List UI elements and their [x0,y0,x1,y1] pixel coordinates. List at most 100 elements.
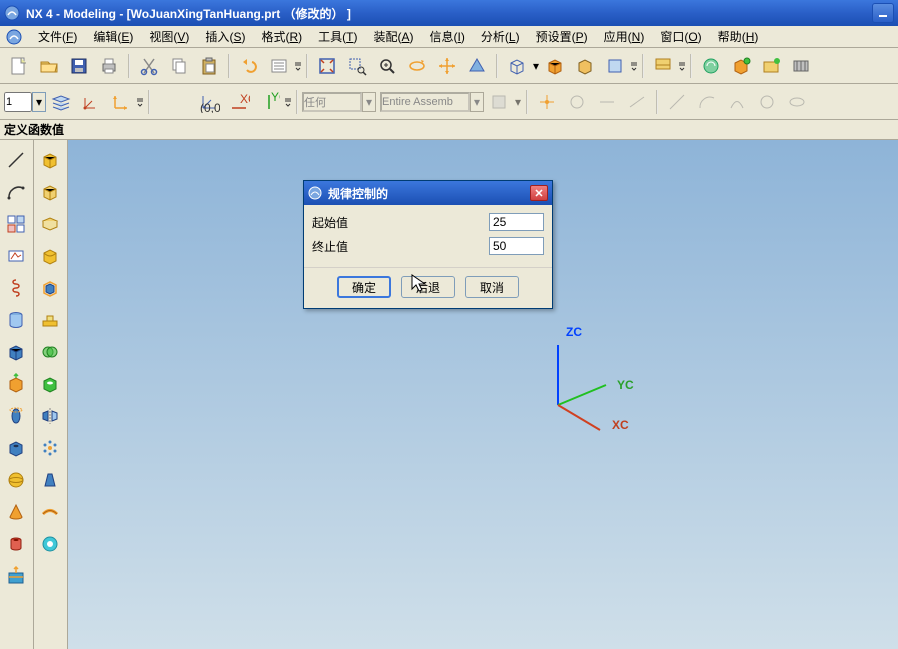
overflow-arrow[interactable] [136,88,144,116]
menu-tools[interactable]: 工具(T) [310,26,365,47]
analysis-button[interactable] [697,52,725,80]
menu-info[interactable]: 信息(I) [422,26,473,47]
extrude-button[interactable] [1,369,31,399]
dialog-title: 规律控制的 [328,185,530,202]
prompt-text: 定义函数值 [4,121,64,138]
hole-button[interactable] [1,433,31,463]
unite-button[interactable] [35,337,65,367]
tool-button-2[interactable] [757,52,785,80]
menu-preferences[interactable]: 预设置(P) [528,26,596,47]
zoom-area-button[interactable] [343,52,371,80]
sphere-button[interactable] [1,465,31,495]
dropdown-arrow-icon[interactable]: ▾ [32,92,46,112]
revolve-button[interactable] [1,401,31,431]
menu-insert[interactable]: 插入(S) [197,26,253,47]
curve-grid-button[interactable] [1,209,31,239]
menu-format[interactable]: 格式(R) [253,26,310,47]
datum-csys-button[interactable] [77,88,105,116]
trueshading-button[interactable] [601,52,629,80]
xc-axis-button[interactable]: XC [225,88,253,116]
new-button[interactable] [5,52,33,80]
feature-cube2-button[interactable] [35,177,65,207]
dropdown-arrow[interactable]: ▾ [532,52,540,80]
arc-tool-button[interactable] [1,177,31,207]
fit-button[interactable] [313,52,341,80]
tool-button[interactable] [727,52,755,80]
wcs-button[interactable] [649,52,677,80]
mirror-button[interactable] [35,401,65,431]
overflow-arrow[interactable] [678,52,686,80]
open-button[interactable] [35,52,63,80]
pad-button[interactable] [35,305,65,335]
menu-application[interactable]: 应用(N) [596,26,653,47]
shell-button[interactable] [35,273,65,303]
rotate-button[interactable] [403,52,431,80]
subtract-button[interactable] [35,369,65,399]
zoom-button[interactable] [373,52,401,80]
tool-button-3[interactable] [787,52,815,80]
overflow-arrow[interactable] [294,52,302,80]
separator [296,90,298,114]
perspective-button[interactable] [463,52,491,80]
menu-help[interactable]: 帮助(H) [710,26,767,47]
pattern-button[interactable] [35,433,65,463]
edge-blend-button[interactable] [35,241,65,271]
yc-axis-button[interactable]: YC [255,88,283,116]
start-value-input[interactable] [489,213,544,231]
helix-button[interactable] [1,273,31,303]
undo-button[interactable] [235,52,263,80]
pan-button[interactable] [433,52,461,80]
overflow-arrow[interactable] [284,88,292,116]
undo-list-button[interactable] [265,52,293,80]
shaded-button[interactable] [541,52,569,80]
curve-circle-button [753,88,781,116]
overflow-arrow[interactable] [630,52,638,80]
sheet-button[interactable] [35,209,65,239]
feature-cube-button[interactable] [35,145,65,175]
filter-combo-1[interactable]: ▾ [302,92,376,112]
dialog-titlebar[interactable]: 规律控制的 ✕ [304,181,552,205]
menu-window[interactable]: 窗口(O) [652,26,709,47]
line-tool-button[interactable] [1,145,31,175]
paste-button[interactable] [195,52,223,80]
ok-button[interactable]: 确定 [337,276,391,298]
dialog-close-button[interactable]: ✕ [530,185,548,201]
datum-axis-button[interactable] [107,88,135,116]
cancel-button[interactable]: 取消 [465,276,519,298]
cone-button[interactable] [1,497,31,527]
tube-button[interactable] [1,529,31,559]
layer-input[interactable] [4,92,32,112]
start-value-row: 起始值 [312,213,544,231]
block-button[interactable] [1,337,31,367]
menu-edit[interactable]: 编辑(E) [85,26,141,47]
wireframe-button[interactable] [503,52,531,80]
sketch-button[interactable] [1,241,31,271]
layer-settings-button[interactable] [47,88,75,116]
filter-combo-2[interactable]: ▾ [380,92,484,112]
window-titlebar: NX 4 - Modeling - [WoJuanXingTanHuang.pr… [0,0,898,26]
save-button[interactable] [65,52,93,80]
window-title: NX 4 - Modeling - [WoJuanXingTanHuang.pr… [26,5,870,22]
menu-view[interactable]: 视图(V) [141,26,197,47]
cylinder-button[interactable] [1,305,31,335]
layer-combo[interactable]: ▾ [4,92,46,112]
sweep-button[interactable] [35,529,65,559]
end-value-input[interactable] [489,237,544,255]
menu-assembly[interactable]: 装配(A) [366,26,422,47]
trim-button[interactable] [1,561,31,591]
menu-analysis[interactable]: 分析(L) [473,26,528,47]
cut-button[interactable] [135,52,163,80]
dropdown-arrow: ▾ [514,88,522,116]
snap-point-button[interactable] [533,88,561,116]
graphics-viewport[interactable]: ZC YC XC 规律控制的 ✕ 起始值 终止值 确定 [68,140,898,649]
shaded-edges-button[interactable] [571,52,599,80]
csys-origin-button[interactable]: (0,0,0) [195,88,223,116]
back-button[interactable]: 后退 [401,276,455,298]
thicken-button[interactable] [35,497,65,527]
copy-button[interactable] [165,52,193,80]
minimize-button[interactable] [872,3,894,23]
draft-button[interactable] [35,465,65,495]
print-button[interactable] [95,52,123,80]
menu-file[interactable]: 文件(F) [30,26,85,47]
filter1-input [302,92,362,112]
